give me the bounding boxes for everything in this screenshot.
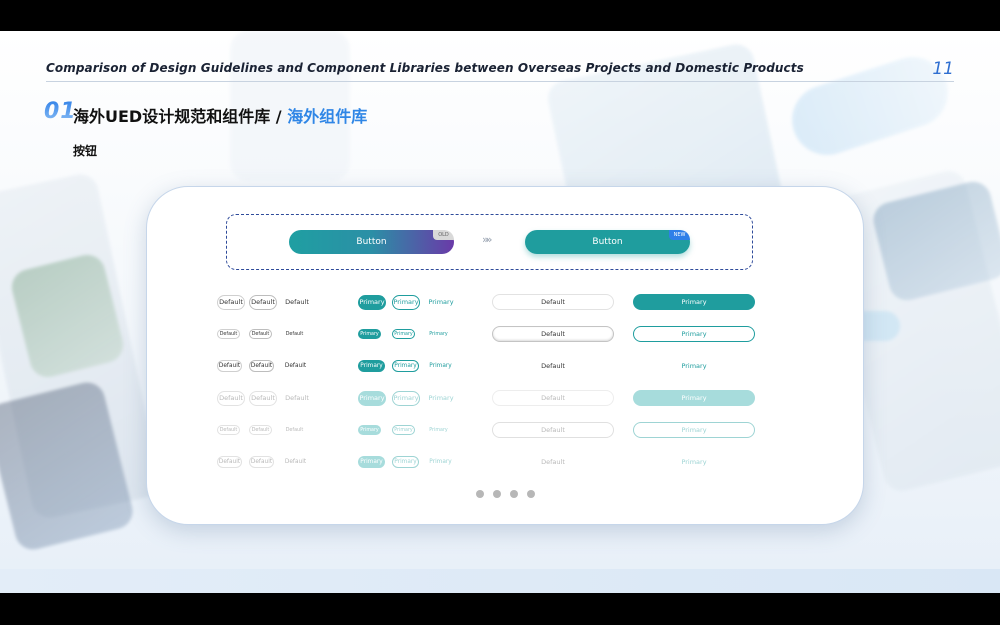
default-text-button[interactable]: Default [283, 425, 306, 435]
default-button[interactable]: Default [217, 294, 245, 310]
default-button[interactable]: Default [217, 329, 240, 339]
button-row: Default Default Default Primary Primary Prima… [147, 324, 863, 344]
slide-title: Comparison of Design Guidelines and Comp… [46, 61, 804, 75]
primary-outline-button[interactable]: Primary [392, 456, 419, 468]
pagination-dots [476, 490, 535, 498]
primary-outline-button[interactable]: Primary [392, 294, 420, 310]
primary-block-button[interactable]: Primary [633, 326, 755, 342]
button-row: Default Default Default Primary Primary Prima… [147, 452, 863, 472]
page-number: 11 [932, 59, 954, 79]
default-button-round[interactable]: Default [249, 456, 274, 468]
default-button[interactable]: Default [217, 425, 240, 435]
default-block-button[interactable]: Default [492, 326, 614, 342]
default-button[interactable]: Default [217, 390, 245, 406]
primary-block-button[interactable]: Primary [633, 390, 755, 406]
section-number: 01 [44, 99, 77, 124]
default-block-button[interactable]: Default [492, 390, 614, 406]
pagination-dot[interactable] [510, 490, 518, 498]
default-button[interactable]: Default [217, 360, 242, 372]
bottom-band [0, 569, 1000, 593]
primary-block-button[interactable]: Primary [633, 454, 755, 470]
button-row: Default Default Default Primary Primary Prima… [147, 388, 863, 408]
primary-button[interactable]: Primary [358, 425, 381, 435]
default-text-button[interactable]: Default [283, 329, 306, 339]
default-text-button[interactable]: Default [283, 456, 308, 468]
primary-block-button[interactable]: Primary [633, 422, 755, 438]
primary-outline-button[interactable]: Primary [392, 425, 415, 435]
pagination-dot[interactable] [493, 490, 501, 498]
primary-text-button[interactable]: Primary [427, 456, 454, 468]
default-button-round[interactable]: Default [249, 390, 277, 406]
primary-button[interactable]: Primary [358, 390, 386, 406]
primary-text-button[interactable]: Primary [427, 391, 455, 406]
component-card: Button OLD »» Button NEW Default Default D… [146, 186, 864, 525]
primary-text-button[interactable]: Primary [427, 295, 455, 310]
default-button[interactable]: Default [217, 456, 242, 468]
default-text-button[interactable]: Default [283, 391, 311, 406]
button-row: Default Default Default Primary Primary Prima… [147, 420, 863, 440]
button-row: Default Default Default Primary Primary Prima… [147, 292, 863, 312]
primary-outline-button[interactable]: Primary [392, 360, 419, 372]
default-text-button[interactable]: Default [283, 295, 311, 310]
primary-block-button[interactable]: Primary [633, 358, 755, 374]
primary-button[interactable]: Primary [358, 294, 386, 310]
pagination-dot[interactable] [527, 490, 535, 498]
title-divider [46, 81, 954, 82]
background-mockup [783, 47, 957, 165]
default-button-round[interactable]: Default [249, 425, 272, 435]
section-title-main: 海外UED设计规范和组件库 / [73, 107, 288, 126]
primary-text-button[interactable]: Primary [427, 425, 450, 435]
default-button-round[interactable]: Default [249, 329, 272, 339]
button-row: Default Default Default Primary Primary Prima… [147, 356, 863, 376]
primary-text-button[interactable]: Primary [427, 360, 454, 372]
slide: Comparison of Design Guidelines and Comp… [0, 31, 1000, 593]
section-title: 海外UED设计规范和组件库 / 海外组件库 [73, 103, 367, 127]
default-button-round[interactable]: Default [249, 294, 277, 310]
primary-button[interactable]: Primary [358, 329, 381, 339]
button-grid: Default Default Default Primary Primary Prima… [147, 187, 863, 524]
primary-block-button[interactable]: Primary [633, 294, 755, 310]
default-text-button[interactable]: Default [283, 360, 308, 372]
default-button-round[interactable]: Default [249, 360, 274, 372]
default-block-button[interactable]: Default [492, 294, 614, 310]
section-title-highlight: 海外组件库 [287, 107, 368, 126]
primary-button[interactable]: Primary [358, 360, 385, 372]
primary-outline-button[interactable]: Primary [392, 329, 415, 339]
subheading: 按钮 [73, 144, 98, 158]
primary-text-button[interactable]: Primary [427, 329, 450, 339]
primary-outline-button[interactable]: Primary [392, 390, 420, 406]
primary-button[interactable]: Primary [358, 456, 385, 468]
default-block-button[interactable]: Default [492, 422, 614, 438]
default-block-button[interactable]: Default [492, 454, 614, 470]
default-block-button[interactable]: Default [492, 358, 614, 374]
pagination-dot[interactable] [476, 490, 484, 498]
